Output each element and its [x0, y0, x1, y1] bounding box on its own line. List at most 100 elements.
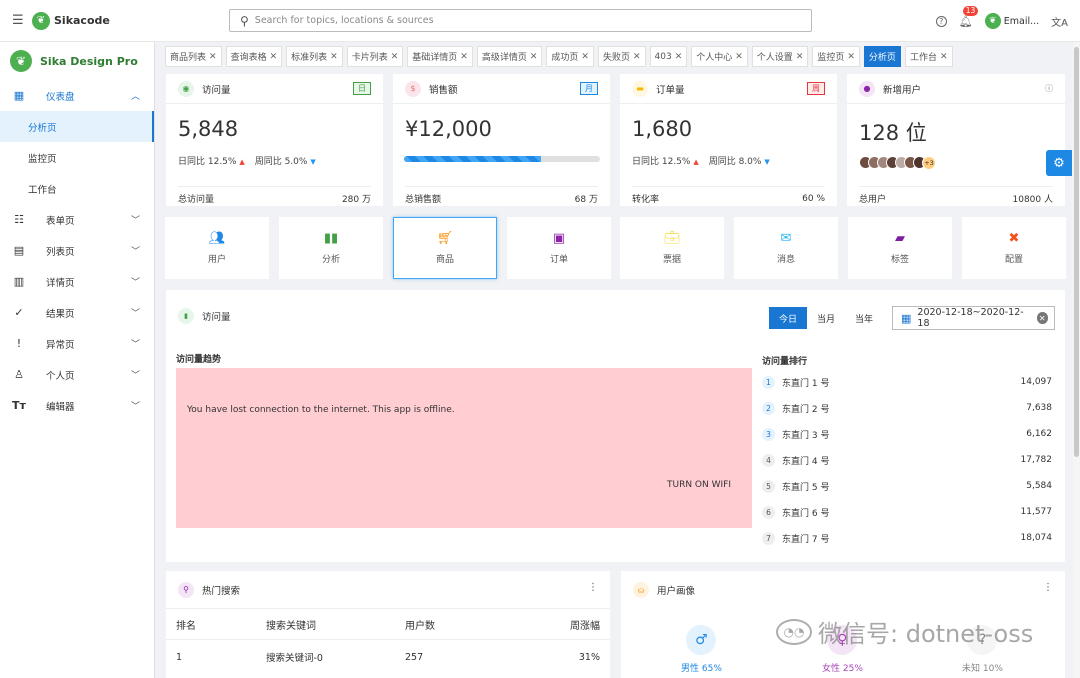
- close-icon[interactable]: ✕: [391, 52, 399, 62]
- scrollbar-thumb[interactable]: [1074, 47, 1079, 457]
- notification-button[interactable]: 🔔︎ 13: [959, 5, 979, 28]
- quick-action-messages[interactable]: ✉ 消息: [734, 217, 838, 279]
- user-menu[interactable]: ❦ Email...: [984, 13, 1040, 29]
- stat-value: ¥12,000: [405, 117, 492, 141]
- period-today-button[interactable]: 今日: [769, 307, 808, 329]
- bar-chart-icon: ▮▮: [323, 231, 339, 246]
- column-header: 搜索关键词: [266, 621, 316, 632]
- tab-workplace[interactable]: 工作台 ✕: [904, 46, 953, 67]
- sidebar-item-form[interactable]: ☷ 表单页 ﹀: [0, 204, 154, 235]
- search-input[interactable]: ⚲ Search for topics, locations & sources: [229, 9, 812, 32]
- close-icon[interactable]: ✕: [209, 52, 217, 62]
- stat-footer: 转化率 60 %: [632, 186, 825, 210]
- tab-account-center[interactable]: 个人中心 ✕: [691, 46, 748, 67]
- chevron-up-icon: ︿: [130, 92, 140, 102]
- notification-badge: 13: [962, 5, 979, 16]
- close-icon[interactable]: ✕: [460, 52, 468, 62]
- tab-label: 查询表格: [230, 53, 267, 63]
- tab-monitor[interactable]: 监控页 ✕: [812, 46, 860, 67]
- turn-on-wifi-button[interactable]: TURN ON WIFI: [667, 480, 731, 490]
- tab-403[interactable]: 403 ✕: [649, 46, 688, 67]
- period-year-button[interactable]: 当年: [845, 307, 883, 329]
- dollar-icon: $: [405, 80, 421, 97]
- tab-success[interactable]: 成功页 ✕: [546, 46, 594, 67]
- close-icon[interactable]: ✕: [581, 52, 589, 62]
- tab-goods-list[interactable]: 商品列表 ✕: [165, 46, 222, 67]
- avatar: ❦: [984, 13, 1001, 29]
- date-range-value: 2020-12-18~2020-12-18: [917, 307, 1024, 329]
- quick-action-label: 分析: [321, 255, 340, 265]
- period-month-button[interactable]: 当月: [807, 307, 845, 329]
- rank-name: 东直门 1 号: [782, 378, 830, 389]
- tab-standard-list[interactable]: 标准列表 ✕: [286, 46, 343, 67]
- rank-name: 东直门 5 号: [782, 482, 830, 493]
- rank-value: 7,638: [1026, 403, 1052, 413]
- date-range-picker[interactable]: ▦ 2020-12-18~2020-12-18 ✕: [892, 306, 1055, 330]
- tab-account-settings[interactable]: 个人设置 ✕: [751, 46, 809, 67]
- sidebar-item-list[interactable]: ▤ 列表页 ﹀: [0, 235, 154, 266]
- tab-label: 标准列表: [291, 53, 328, 63]
- panel-title: 访问量: [202, 312, 231, 323]
- hot-search-header: ⚲ 热门搜索 ⋮: [166, 571, 610, 609]
- sidebar-item-exception[interactable]: ! 异常页 ﹀: [0, 328, 154, 359]
- sidebar-item-monitor[interactable]: 监控页: [0, 142, 154, 173]
- scrollbar[interactable]: [1073, 42, 1080, 678]
- close-icon[interactable]: ✕: [270, 52, 278, 62]
- help-icon[interactable]: ?: [935, 15, 947, 27]
- male-stat: ♂ 男性 65%: [681, 625, 722, 674]
- close-icon[interactable]: ✕: [940, 52, 948, 62]
- close-icon[interactable]: ✕: [735, 52, 743, 62]
- quick-action-goods[interactable]: 🛒︎ 商品: [393, 217, 497, 279]
- mail-icon: ✉: [780, 231, 792, 246]
- sidebar-item-workplace[interactable]: 工作台: [0, 173, 154, 204]
- more-vert-icon[interactable]: ⋮: [588, 582, 598, 593]
- tab-advanced-detail[interactable]: 高级详情页 ✕: [476, 46, 543, 67]
- quick-action-tags[interactable]: ▰ 标签: [848, 217, 952, 279]
- detail-icon: ▥: [13, 275, 25, 288]
- tab-analysis[interactable]: 分析页: [863, 46, 901, 67]
- user-label: Email...: [1003, 15, 1040, 27]
- quick-action-orders[interactable]: ▣ 订单: [507, 217, 611, 279]
- clear-icon[interactable]: ✕: [1036, 312, 1048, 324]
- stat-title: 销售额: [429, 84, 458, 96]
- hot-search-panel: ⚲ 热门搜索 ⋮ 排名 搜索关键词 用户数 周涨幅 1 搜索关键词-0 257 …: [166, 571, 610, 678]
- weekly-trend: 周同比 8.0%: [708, 157, 762, 167]
- tab-card-list[interactable]: 卡片列表 ✕: [346, 46, 404, 67]
- close-icon[interactable]: ✕: [796, 52, 804, 62]
- visits-header: ▮ 访问量 今日 当月 当年 ▦ 2020-12-18~2020-12-18 ✕: [166, 290, 1065, 342]
- quick-action-analysis[interactable]: ▮▮ 分析: [279, 217, 383, 279]
- sidebar-item-analysis[interactable]: 分析页: [0, 111, 154, 142]
- more-vert-icon[interactable]: ⋮: [1043, 582, 1053, 593]
- settings-button[interactable]: ⚙: [1046, 150, 1072, 176]
- menu-toggle-icon[interactable]: ☰: [12, 13, 24, 28]
- translate-icon[interactable]: 文A: [1051, 14, 1068, 29]
- tab-basic-detail[interactable]: 基础详情页 ✕: [407, 46, 473, 67]
- daily-trend: 日同比 12.5%: [178, 157, 237, 167]
- close-icon[interactable]: ✕: [633, 52, 641, 62]
- quick-action-invoice[interactable]: 💼︎ 票据: [620, 217, 724, 279]
- offline-message: You have lost connection to the internet…: [187, 405, 455, 415]
- close-icon[interactable]: ✕: [675, 52, 683, 62]
- close-icon[interactable]: ✕: [847, 52, 855, 62]
- logo[interactable]: ❦ Sikacode: [32, 11, 110, 30]
- rank-number: 6: [762, 505, 775, 519]
- table-row[interactable]: 1 搜索关键词-0 257 31%: [176, 650, 600, 665]
- logo-text: Sikacode: [54, 14, 110, 27]
- sidebar-item-detail[interactable]: ▥ 详情页 ﹀: [0, 266, 154, 297]
- period-badge: 月: [580, 82, 598, 95]
- rank-row: 2 东直门 2 号 7,638: [762, 395, 1052, 421]
- help-icon[interactable]: ⓘ: [1045, 83, 1053, 94]
- sidebar-item-dashboard[interactable]: ▦ 仪表盘 ︿: [0, 80, 154, 111]
- rank-row: 3 东直门 3 号 6,162: [762, 421, 1052, 447]
- close-icon[interactable]: ✕: [530, 52, 538, 62]
- quick-action-config[interactable]: ✖ 配置: [962, 217, 1066, 279]
- close-icon[interactable]: ✕: [330, 52, 338, 62]
- tab-query-table[interactable]: 查询表格 ✕: [225, 46, 283, 67]
- sidebar-item-account[interactable]: ♙ 个人页 ﹀: [0, 359, 154, 390]
- sidebar-item-editor[interactable]: Tт 编辑器 ﹀: [0, 390, 154, 421]
- column-header: 排名: [176, 621, 196, 632]
- tab-fail[interactable]: 失败页 ✕: [597, 46, 646, 67]
- text-icon: Tт: [12, 399, 26, 412]
- sidebar-item-result[interactable]: ✓ 结果页 ﹀: [0, 297, 154, 328]
- quick-action-users[interactable]: 👥︎ 用户: [165, 217, 269, 279]
